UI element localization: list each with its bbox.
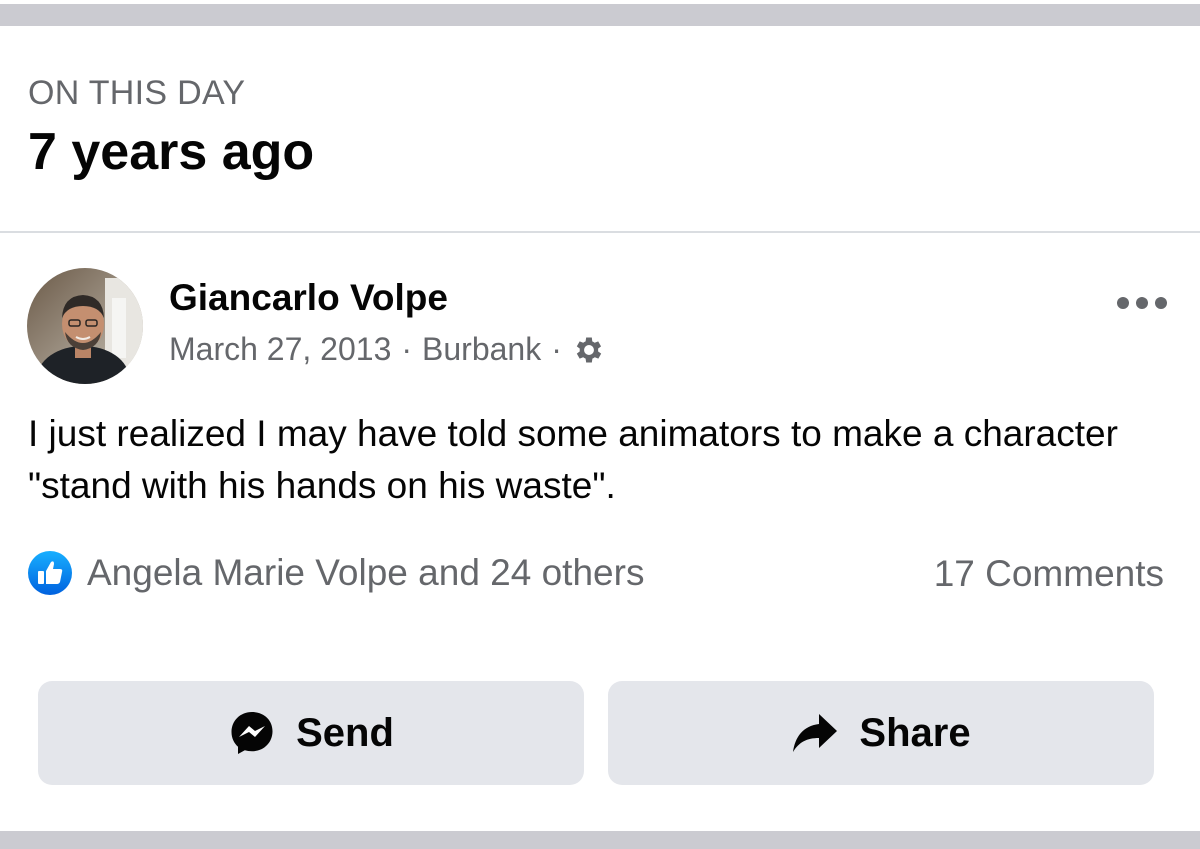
comments-count[interactable]: 17 Comments <box>934 550 1164 598</box>
memory-eyebrow: ON THIS DAY <box>28 74 246 112</box>
bottom-separator-band <box>0 831 1200 849</box>
more-icon[interactable] <box>1112 288 1172 318</box>
top-separator-band <box>0 0 1200 26</box>
meta-separator: · <box>551 331 562 367</box>
post-date[interactable]: March 27, 2013 <box>169 331 391 368</box>
memory-headline: 7 years ago <box>28 123 315 181</box>
post-author[interactable]: Giancarlo Volpe <box>169 277 448 319</box>
messenger-icon <box>228 709 296 757</box>
post-text: I just realized I may have told some ani… <box>28 413 1118 506</box>
header-divider <box>0 231 1200 233</box>
like-icon <box>27 550 73 596</box>
meta-separator: · <box>401 331 413 367</box>
share-button[interactable]: Share <box>608 681 1154 785</box>
post-location[interactable]: Burbank <box>422 331 541 368</box>
reactions-summary[interactable]: Angela Marie Volpe and 24 others <box>27 550 644 596</box>
share-label: Share <box>859 710 971 755</box>
avatar[interactable] <box>27 268 143 384</box>
post-meta: March 27, 2013 · Burbank · <box>169 331 606 368</box>
send-button[interactable]: Send <box>38 681 584 785</box>
gear-icon[interactable] <box>572 333 606 367</box>
reactions-text: Angela Marie Volpe and 24 others <box>87 552 645 593</box>
send-label: Send <box>296 710 394 755</box>
share-arrow-icon <box>791 711 859 755</box>
